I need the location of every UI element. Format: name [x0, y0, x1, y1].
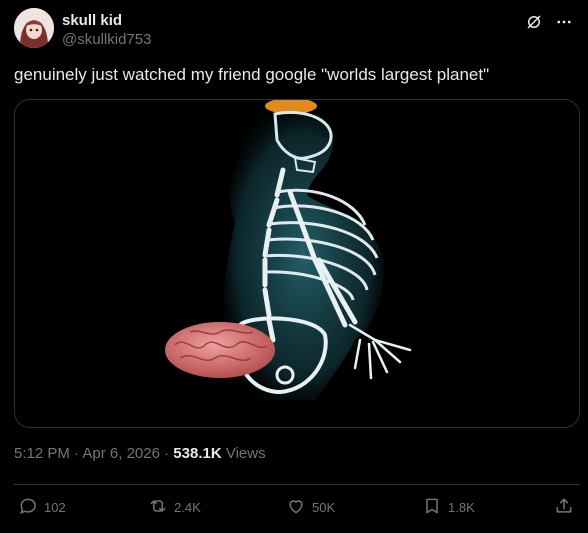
like-button[interactable]: 50K [286, 495, 335, 519]
handle[interactable]: @skullkid753 [62, 30, 151, 50]
post-date[interactable]: Apr 6, 2026 [82, 445, 160, 462]
bookmark-button[interactable]: 1.8K [422, 495, 475, 519]
bookmark-count: 1.8K [448, 499, 475, 515]
avatar[interactable] [14, 8, 54, 48]
like-count: 50K [312, 499, 336, 515]
avatar-image [14, 8, 54, 48]
author-names: skull kid @skullkid753 [62, 12, 151, 50]
share-icon [554, 496, 574, 519]
post-meta: 5:12 PM · Apr 6, 2026 · 538.1K Views [14, 444, 266, 464]
meta-separator-2: · [159, 445, 174, 462]
meta-separator: · [69, 445, 83, 462]
repost-count: 2.4K [174, 499, 201, 515]
brain-shape [165, 322, 275, 378]
reply-icon [18, 496, 38, 519]
action-bar: 102 2.4K 50K 1.8K [18, 495, 574, 519]
top-actions [524, 12, 574, 32]
views-count[interactable]: 538.1K [173, 445, 221, 462]
repost-button[interactable]: 2.4K [148, 495, 201, 519]
post-header: skull kid @skullkid753 [14, 8, 574, 52]
reply-count: 102 [44, 499, 66, 515]
divider [14, 484, 580, 485]
views-label: Views [221, 445, 266, 462]
reply-button[interactable]: 102 [18, 495, 66, 519]
media-image [15, 100, 579, 427]
repost-icon [148, 496, 168, 519]
bookmark-icon [422, 496, 442, 519]
like-icon [286, 496, 306, 519]
post-text: genuinely just watched my friend google … [14, 65, 490, 84]
more-icon[interactable] [554, 12, 574, 32]
post-media[interactable] [14, 99, 580, 428]
display-name[interactable]: skull kid [62, 12, 151, 30]
share-button[interactable] [554, 495, 574, 519]
grok-icon[interactable] [524, 12, 544, 32]
post-time[interactable]: 5:12 PM [14, 445, 70, 462]
